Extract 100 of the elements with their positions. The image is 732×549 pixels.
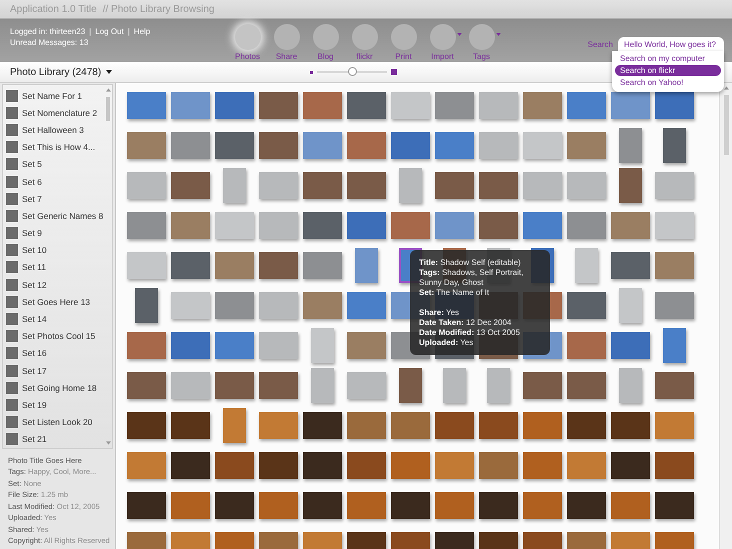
photo-thumbnail[interactable] xyxy=(222,408,246,442)
search-option[interactable]: Search on my computer xyxy=(615,53,721,64)
photo-thumbnail[interactable] xyxy=(566,132,606,158)
photo-thumbnail[interactable] xyxy=(126,372,166,398)
photo-thumbnail[interactable] xyxy=(442,368,466,402)
photo-thumbnail[interactable] xyxy=(126,252,166,278)
photo-thumbnail[interactable] xyxy=(522,212,562,238)
set-item[interactable]: Set Halloween 3 xyxy=(3,121,104,139)
photo-thumbnail[interactable] xyxy=(258,452,298,478)
photo-thumbnail[interactable] xyxy=(522,372,562,398)
photo-thumbnail[interactable] xyxy=(574,248,598,282)
photo-thumbnail[interactable] xyxy=(478,412,518,438)
photo-thumbnail[interactable] xyxy=(654,252,694,278)
photo-thumbnail[interactable] xyxy=(258,92,298,118)
photo-thumbnail[interactable] xyxy=(346,412,386,438)
photo-thumbnail[interactable] xyxy=(258,332,298,358)
photo-thumbnail[interactable] xyxy=(390,212,430,238)
photo-thumbnail[interactable] xyxy=(434,452,474,478)
set-item[interactable]: Set Nomenclature 2 xyxy=(3,104,104,122)
photo-thumbnail[interactable] xyxy=(618,168,642,202)
photo-thumbnail[interactable] xyxy=(354,248,378,282)
photo-thumbnail[interactable] xyxy=(302,212,342,238)
scrollbar[interactable] xyxy=(719,83,732,549)
photo-thumbnail[interactable] xyxy=(126,132,166,158)
photo-thumbnail[interactable] xyxy=(618,128,642,162)
photo-thumbnail[interactable] xyxy=(522,92,562,118)
set-item[interactable]: Set Generic Names 8 xyxy=(3,207,104,224)
photo-thumbnail[interactable] xyxy=(566,452,606,478)
photo-thumbnail[interactable] xyxy=(434,412,474,438)
photo-thumbnail[interactable] xyxy=(222,168,246,202)
set-item[interactable]: Set 21 xyxy=(3,430,104,448)
photo-thumbnail[interactable] xyxy=(566,412,606,438)
photo-thumbnail[interactable] xyxy=(566,372,606,398)
set-item[interactable]: Set 9 xyxy=(3,224,104,242)
photo-thumbnail[interactable] xyxy=(214,92,254,118)
photo-thumbnail[interactable] xyxy=(258,172,298,198)
photo-thumbnail[interactable] xyxy=(522,132,562,158)
zoom-out-icon[interactable] xyxy=(310,70,313,74)
photo-thumbnail[interactable] xyxy=(126,492,166,518)
photo-thumbnail[interactable] xyxy=(126,92,166,118)
photo-thumbnail[interactable] xyxy=(610,492,650,518)
photo-thumbnail[interactable] xyxy=(170,132,210,158)
photo-thumbnail[interactable] xyxy=(390,132,430,158)
photo-thumbnail[interactable] xyxy=(302,292,342,318)
set-item[interactable]: Set Name For 1 xyxy=(3,87,104,104)
photo-thumbnail[interactable] xyxy=(346,372,386,398)
photo-thumbnail[interactable] xyxy=(170,412,210,438)
photo-thumbnail[interactable] xyxy=(258,132,298,158)
search-option[interactable]: Search on flickr xyxy=(615,65,721,76)
photo-thumbnail[interactable] xyxy=(478,492,518,518)
photo-thumbnail[interactable] xyxy=(302,252,342,278)
set-item[interactable]: Set Photos Cool 15 xyxy=(3,328,104,345)
photo-thumbnail[interactable] xyxy=(346,452,386,478)
photo-thumbnail[interactable] xyxy=(170,92,210,118)
scroll-up-icon[interactable] xyxy=(106,88,110,92)
photo-thumbnail[interactable] xyxy=(610,332,650,358)
photo-thumbnail[interactable] xyxy=(170,452,210,478)
photo-thumbnail[interactable] xyxy=(214,452,254,478)
photo-thumbnail[interactable] xyxy=(654,92,694,118)
photo-thumbnail[interactable] xyxy=(654,172,694,198)
photo-thumbnail[interactable] xyxy=(478,172,518,198)
photo-thumbnail[interactable] xyxy=(310,368,334,402)
photo-thumbnail[interactable] xyxy=(566,212,606,238)
photo-thumbnail[interactable] xyxy=(654,292,694,318)
photo-thumbnail[interactable] xyxy=(434,132,474,158)
photo-thumbnail[interactable] xyxy=(522,492,562,518)
photo-thumbnail[interactable] xyxy=(214,252,254,278)
photo-thumbnail[interactable] xyxy=(610,212,650,238)
photo-thumbnail[interactable] xyxy=(662,128,686,162)
photo-thumbnail[interactable] xyxy=(170,332,210,358)
set-item[interactable]: Set Listen Look 20 xyxy=(3,414,104,431)
photo-thumbnail[interactable] xyxy=(302,492,342,518)
photo-thumbnail[interactable] xyxy=(126,212,166,238)
search-field[interactable]: Hello World, How goes it? xyxy=(618,37,724,52)
photo-thumbnail[interactable] xyxy=(566,172,606,198)
photo-thumbnail[interactable] xyxy=(258,212,298,238)
slider-thumb[interactable] xyxy=(348,67,357,76)
photo-thumbnail[interactable] xyxy=(398,368,422,402)
photo-thumbnail[interactable] xyxy=(346,492,386,518)
photo-thumbnail[interactable] xyxy=(566,492,606,518)
set-item[interactable]: Set 17 xyxy=(3,362,104,380)
photo-thumbnail[interactable] xyxy=(618,368,642,402)
photo-thumbnail[interactable] xyxy=(522,412,562,438)
set-item[interactable]: Set This is How 4... xyxy=(3,138,104,156)
photo-thumbnail[interactable] xyxy=(398,168,422,202)
photo-thumbnail[interactable] xyxy=(258,372,298,398)
photo-thumbnail[interactable] xyxy=(126,452,166,478)
photo-thumbnail[interactable] xyxy=(170,172,210,198)
photo-thumbnail[interactable] xyxy=(654,372,694,398)
photo-thumbnail[interactable] xyxy=(170,372,210,398)
photo-thumbnail[interactable] xyxy=(126,172,166,198)
set-item[interactable]: Set 19 xyxy=(3,396,104,414)
photo-thumbnail[interactable] xyxy=(434,172,474,198)
photo-thumbnail[interactable] xyxy=(134,288,158,322)
photo-thumbnail[interactable] xyxy=(258,412,298,438)
photo-thumbnail[interactable] xyxy=(346,332,386,358)
photo-thumbnail[interactable] xyxy=(434,492,474,518)
photo-thumbnail[interactable] xyxy=(302,92,342,118)
set-item[interactable]: Set Going Home 18 xyxy=(3,379,104,396)
photo-thumbnail[interactable] xyxy=(478,132,518,158)
